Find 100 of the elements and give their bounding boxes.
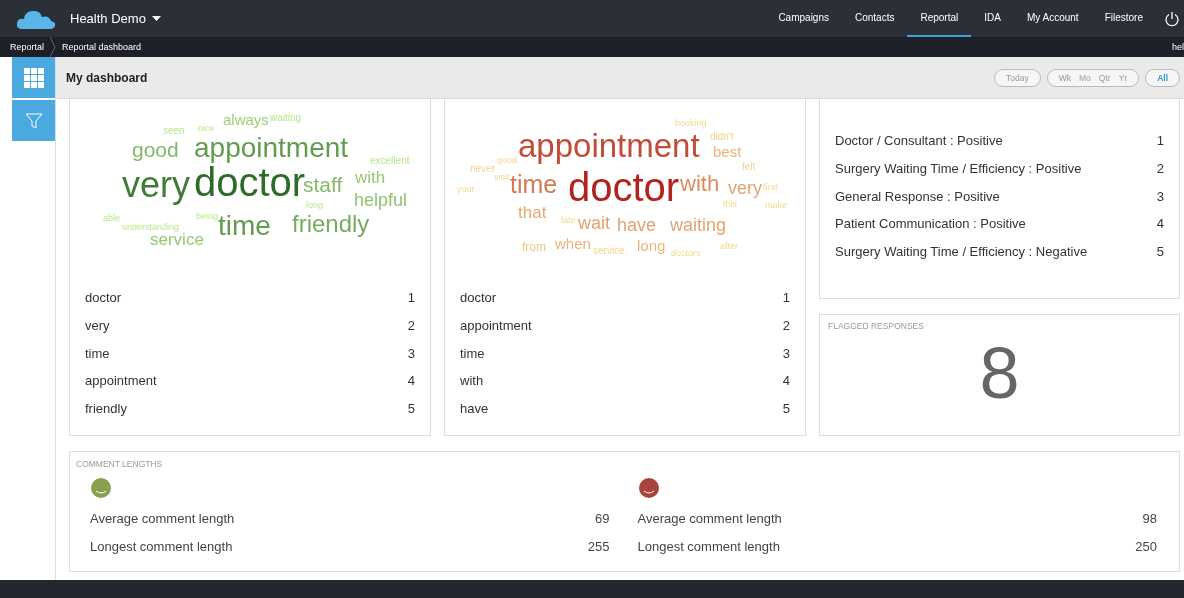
cloud-word: appointment: [518, 129, 700, 162]
cloud-word: good: [497, 156, 518, 165]
rank-number: 3: [407, 345, 415, 361]
cloud-word: visit: [494, 173, 510, 182]
word-label: doctor: [85, 290, 122, 306]
category-label: Surgery Waiting Time / Efficiency : Negative: [835, 244, 1088, 260]
cloud-word: doctor: [568, 167, 680, 207]
cloud-word: first: [763, 183, 778, 192]
caret-icon: [151, 15, 161, 22]
power-icon[interactable]: [1164, 10, 1180, 27]
rank-number: 1: [407, 290, 415, 306]
cloud-word: make: [765, 201, 787, 210]
word-label: with: [460, 373, 484, 389]
metric-value: 69: [595, 511, 610, 527]
nav-link[interactable]: My Account: [1013, 0, 1092, 37]
cloud-word: service: [150, 231, 204, 248]
rank-number: 4: [407, 373, 415, 389]
cloud-word: being: [196, 212, 219, 221]
category-label: Doctor / Consultant : Positive: [835, 133, 1003, 149]
word-label: time: [460, 345, 485, 361]
cloud-word: doctor: [194, 162, 306, 202]
nav-link[interactable]: IDA: [971, 0, 1014, 37]
card-title: COMMENT LENGTHS: [76, 459, 164, 469]
metric-value: 250: [1135, 538, 1157, 554]
nav-link[interactable]: Campaigns: [765, 0, 842, 37]
category-label: General Response : Positive: [835, 188, 1000, 204]
rank-number: 5: [1156, 244, 1164, 260]
metric-label: Longest comment length: [637, 538, 780, 554]
breadcrumb-link[interactable]: Reportal dashboard: [56, 42, 148, 52]
rank-number: 2: [782, 318, 790, 334]
cloud-word: booking: [675, 119, 707, 128]
cloud-word: always: [223, 112, 269, 127]
rank-number: 5: [782, 401, 790, 417]
metric-label: Longest comment length: [90, 538, 233, 554]
rank-number: 1: [1156, 133, 1164, 149]
cloud-word: appointment: [194, 134, 349, 162]
flagged-count: 8: [979, 337, 1020, 409]
cloud-word: waiting: [670, 216, 727, 234]
grid-button[interactable]: [12, 57, 55, 98]
breadcrumb-link[interactable]: Reportal: [4, 42, 51, 52]
word-label: friendly: [85, 401, 127, 417]
cloud-word: never: [470, 164, 495, 174]
cloud-word: with: [680, 173, 720, 195]
filter-icon: [24, 111, 43, 130]
word-label: doctor: [460, 290, 497, 306]
cloud-word: time: [510, 172, 558, 197]
rank-number: 4: [1156, 216, 1164, 232]
nav-link[interactable]: Filestore: [1091, 0, 1156, 37]
nav-link[interactable]: Contacts: [842, 0, 908, 37]
cloud-word: friendly: [292, 212, 370, 236]
cloud-word: very: [122, 167, 190, 203]
rank-number: 4: [782, 373, 790, 389]
cloud-word: long: [306, 201, 323, 210]
metric-label: Average comment length: [90, 511, 235, 527]
cloud-word: understanding: [122, 223, 180, 232]
word-label: very: [85, 318, 110, 334]
cloud-word: wait: [578, 214, 610, 232]
cloud-word: doctors: [671, 249, 701, 258]
cloud-word: time: [218, 212, 271, 240]
user-name[interactable]: hel: [1172, 42, 1184, 52]
cloud-word: best: [713, 144, 742, 159]
metric-value: 255: [587, 538, 610, 554]
rank-number: 2: [1156, 161, 1164, 177]
cloud-word: after: [720, 242, 738, 251]
word-label: have: [460, 401, 489, 417]
cloud-word: service: [593, 246, 625, 256]
app-title[interactable]: Health Demo: [70, 11, 161, 26]
word-label: time: [85, 345, 110, 361]
cloud-word: your: [457, 185, 475, 194]
cloud-word: able: [103, 214, 120, 223]
category-label: Patient Communication : Positive: [835, 216, 1026, 232]
rank-number: 3: [1156, 188, 1164, 204]
rank-number: 2: [407, 318, 415, 334]
word-label: appointment: [460, 318, 532, 334]
cloud-word: excellent: [370, 156, 410, 166]
cloud-word: from: [522, 241, 546, 253]
cloud-word: nice: [198, 124, 215, 133]
cloud-word: late: [561, 216, 576, 225]
rank-number: 3: [782, 345, 790, 361]
dashboard-title: My dashboard: [66, 70, 148, 85]
metric-value: 98: [1142, 511, 1157, 527]
cloud-word: waiting: [270, 113, 302, 123]
cloud-word: seen: [163, 126, 185, 136]
metric-label: Average comment length: [637, 511, 782, 527]
card-title: FLAGGED RESPONSES: [828, 321, 925, 331]
cloud-word: with: [355, 169, 386, 186]
category-label: Surgery Waiting Time / Efficiency : Positive: [835, 161, 1082, 177]
cloud-word: long: [637, 238, 666, 253]
cloud-word: that: [518, 204, 547, 221]
cloud-word: have: [617, 216, 657, 234]
cloud-word: this: [723, 200, 737, 209]
cloud-word: very: [728, 179, 762, 197]
grid-icon: [23, 67, 44, 88]
rank-number: 1: [782, 290, 790, 306]
word-label: appointment: [85, 373, 157, 389]
cloud-word: didn't: [710, 132, 734, 142]
cloud-word: good: [132, 139, 179, 160]
cloud-word: when: [555, 236, 591, 251]
cloud-word: felt: [742, 162, 756, 172]
chevron-icon: [50, 37, 57, 57]
